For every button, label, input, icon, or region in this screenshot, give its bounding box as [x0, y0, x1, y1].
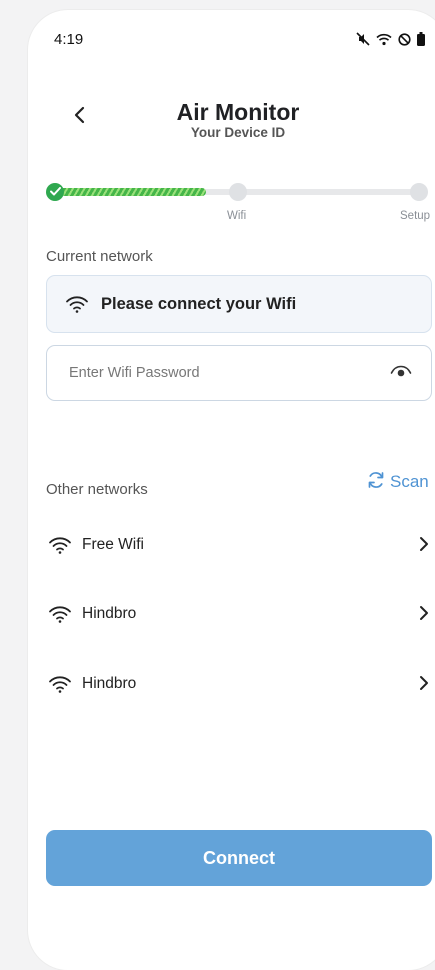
- chevron-left-icon: [73, 106, 87, 129]
- network-row[interactable]: Free Wifi: [46, 525, 430, 565]
- back-button[interactable]: [66, 103, 94, 131]
- status-time: 4:19: [54, 31, 84, 48]
- page-subtitle: Your Device ID: [190, 125, 286, 140]
- network-row[interactable]: Hindbro: [46, 594, 430, 634]
- step-wifi-dot: [229, 183, 247, 201]
- chevron-right-icon: [418, 674, 430, 692]
- header: Air Monitor Your Device ID: [28, 95, 435, 155]
- wifi-icon: [48, 674, 72, 694]
- step-setup-dot: [410, 183, 428, 201]
- chevron-right-icon: [418, 604, 430, 622]
- show-password-button[interactable]: [389, 362, 413, 384]
- check-icon: [49, 183, 61, 201]
- step-label-wifi: Wifi: [227, 210, 247, 222]
- network-name: Hindbro: [82, 675, 137, 692]
- other-networks-label: Other networks: [46, 481, 148, 498]
- page-title: Air Monitor: [176, 99, 300, 125]
- password-field-container: [46, 345, 432, 401]
- current-network-status: Please connect your Wifi: [101, 294, 297, 313]
- step-label-setup: Setup: [400, 210, 431, 222]
- setup-progress: Wifi Setup: [28, 180, 435, 230]
- eye-icon: [390, 364, 412, 383]
- status-icons: [356, 32, 425, 46]
- battery-icon: [417, 32, 425, 46]
- phone-screen: 4:19 Air Monitor Your Device ID Wifi Set…: [28, 10, 435, 970]
- network-name: Hindbro: [82, 605, 137, 622]
- wifi-icon: [65, 294, 89, 314]
- progress-fill: [56, 188, 206, 196]
- scan-label: Scan: [390, 472, 429, 491]
- current-network-card[interactable]: Please connect your Wifi: [46, 275, 432, 333]
- scan-button[interactable]: Scan: [366, 468, 429, 496]
- connect-button[interactable]: Connect: [46, 830, 432, 886]
- dnd-icon: [398, 32, 411, 46]
- wifi-icon: [376, 33, 392, 46]
- wifi-password-input[interactable]: [67, 364, 371, 382]
- status-bar: 4:19: [28, 10, 435, 70]
- network-name: Free Wifi: [82, 536, 144, 553]
- refresh-icon: [366, 470, 386, 495]
- current-network-label: Current network: [46, 248, 153, 265]
- network-row[interactable]: Hindbro: [46, 664, 430, 704]
- mute-icon: [356, 32, 370, 46]
- wifi-icon: [48, 604, 72, 624]
- step-complete-dot: [46, 183, 64, 201]
- wifi-icon: [48, 535, 72, 555]
- chevron-right-icon: [418, 535, 430, 553]
